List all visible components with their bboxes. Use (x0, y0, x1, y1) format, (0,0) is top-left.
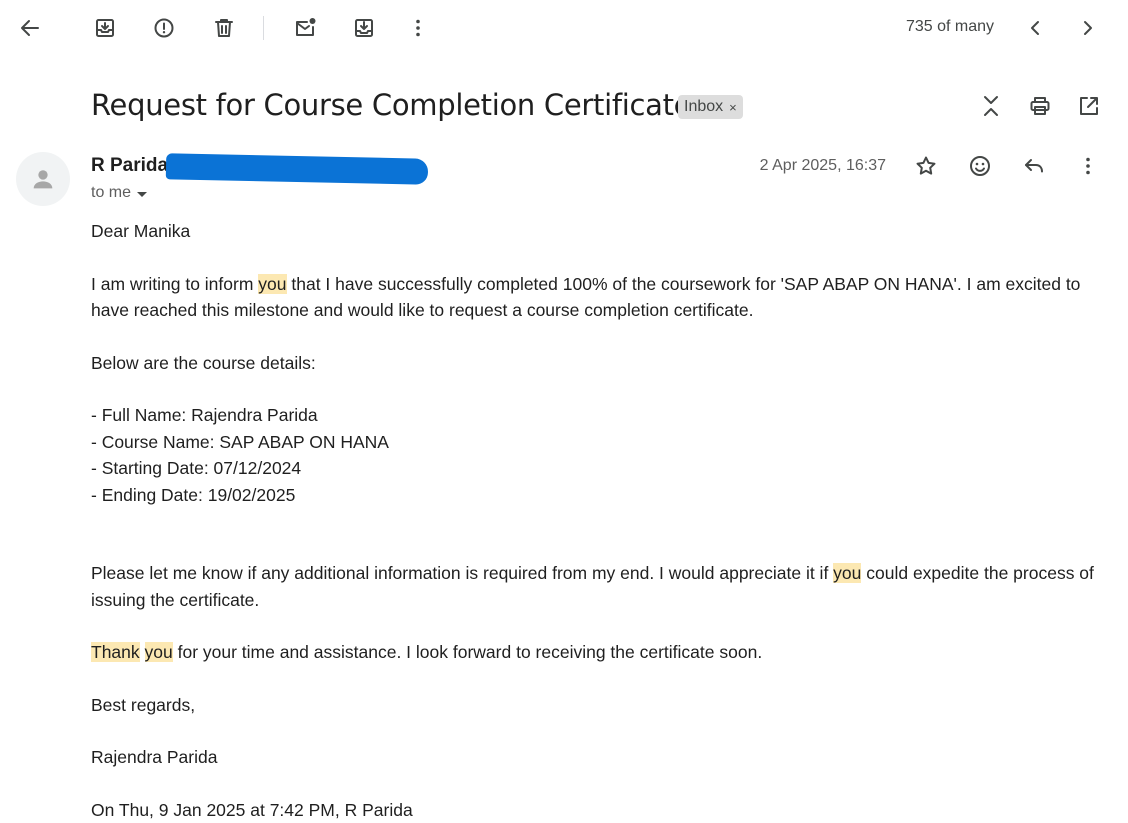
greeting: Dear Manika (91, 218, 1111, 245)
detail-line: - Starting Date: 07/12/2024 (91, 455, 1111, 482)
text: I am writing to inform (91, 274, 258, 294)
paragraph-2: Please let me know if any additional inf… (91, 560, 1111, 613)
label-text: Inbox (684, 98, 723, 116)
delete-button[interactable] (204, 8, 244, 48)
print-icon (1028, 94, 1052, 118)
report-spam-icon (152, 16, 176, 40)
star-button[interactable] (906, 146, 946, 186)
move-to-button[interactable] (344, 8, 384, 48)
recipient-text: to me (91, 184, 131, 202)
sender-avatar[interactable] (16, 152, 70, 206)
recipient-details-toggle[interactable]: to me (91, 184, 147, 202)
mark-unread-icon (293, 16, 317, 40)
archive-icon (93, 16, 117, 40)
spacer (91, 718, 1111, 744)
email-subject: Request for Course Completion Certificat… (91, 88, 691, 122)
text: for your time and assistance. I look for… (173, 642, 762, 662)
expand-all-button[interactable] (971, 86, 1011, 126)
more-options-button[interactable] (398, 8, 438, 48)
toolbar-divider (263, 16, 264, 40)
sender-name[interactable]: R Parida (91, 155, 168, 177)
spacer (91, 324, 1111, 350)
search-highlight: Thank (91, 642, 140, 662)
person-icon (29, 165, 57, 193)
star-icon (914, 154, 938, 178)
reply-icon (1022, 154, 1046, 178)
remove-label-icon[interactable]: × (729, 100, 737, 115)
text: Please let me know if any additional inf… (91, 563, 833, 583)
detail-line: - Course Name: SAP ABAP ON HANA (91, 429, 1111, 456)
add-reaction-button[interactable] (960, 146, 1000, 186)
mark-unread-button[interactable] (285, 8, 325, 48)
reply-button[interactable] (1014, 146, 1054, 186)
more-vert-icon (406, 16, 430, 40)
chevron-left-icon (1023, 16, 1047, 40)
signature: Rajendra Parida (91, 744, 1111, 771)
search-highlight: you (833, 563, 861, 583)
print-button[interactable] (1020, 86, 1060, 126)
spacer (91, 245, 1111, 271)
open-in-new-window-button[interactable] (1069, 86, 1109, 126)
back-button[interactable] (10, 8, 50, 48)
add-reaction-icon (968, 154, 992, 178)
message-counter: 735 of many (880, 18, 994, 36)
spacer (91, 376, 1111, 402)
move-to-icon (352, 16, 376, 40)
detail-line: - Ending Date: 19/02/2025 (91, 482, 1111, 509)
text (140, 642, 145, 662)
quoted-message-header: On Thu, 9 Jan 2025 at 7:42 PM, R Parida (91, 797, 1111, 823)
signoff: Best regards, (91, 692, 1111, 719)
search-highlight: you (145, 642, 173, 662)
spacer (91, 613, 1111, 639)
search-highlight: you (258, 274, 286, 294)
spacer (91, 534, 1111, 560)
arrow-back-icon (18, 16, 42, 40)
archive-button[interactable] (85, 8, 125, 48)
delete-icon (212, 16, 236, 40)
details-intro: Below are the course details: (91, 350, 1111, 377)
message-body: Dear Manika I am writing to inform you t… (91, 218, 1111, 823)
expand-collapse-icon (979, 94, 1003, 118)
paragraph-1: I am writing to inform you that I have s… (91, 271, 1111, 324)
spacer (91, 771, 1111, 797)
spacer (91, 508, 1111, 534)
newer-button[interactable] (1068, 8, 1108, 48)
redacted-email-mark (166, 153, 428, 184)
caret-down-icon (137, 192, 147, 197)
paragraph-3: Thank you for your time and assistance. … (91, 639, 1111, 666)
message-more-button[interactable] (1068, 146, 1108, 186)
report-spam-button[interactable] (144, 8, 184, 48)
inbox-label-chip[interactable]: Inbox × (678, 95, 743, 119)
message-date: 2 Apr 2025, 16:37 (700, 157, 886, 175)
detail-line: - Full Name: Rajendra Parida (91, 402, 1111, 429)
older-button[interactable] (1015, 8, 1055, 48)
open-in-new-window-icon (1077, 94, 1101, 118)
chevron-right-icon (1076, 16, 1100, 40)
more-vert-icon (1076, 154, 1100, 178)
spacer (91, 666, 1111, 692)
